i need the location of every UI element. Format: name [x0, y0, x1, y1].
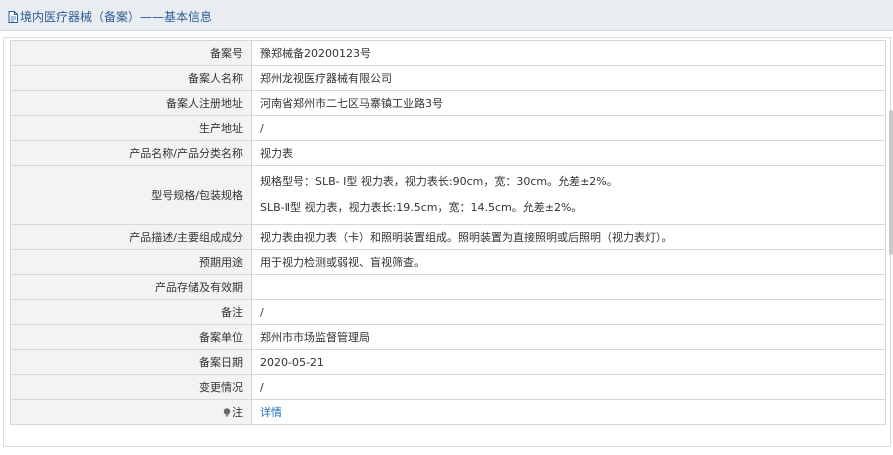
- scrollbar-thumb[interactable]: [889, 110, 893, 255]
- row-label: 备注: [10, 299, 252, 325]
- row-value-multiline: 规格型号：SLB- Ⅰ型 视力表，视力表长:90cm，宽：30cm。允差±2%。…: [251, 165, 886, 225]
- row-label: 备案单位: [10, 324, 252, 350]
- row-label: 产品描述/主要组成成分: [10, 224, 252, 250]
- table-row: 注 详情: [10, 399, 886, 425]
- table-row: 备案人注册地址 河南省郑州市二七区马寨镇工业路3号: [10, 90, 886, 116]
- lightbulb-icon: [223, 408, 231, 417]
- row-label: 型号规格/包装规格: [10, 165, 252, 225]
- row-label: 变更情况: [10, 374, 252, 400]
- row-value: 用于视力检测或弱视、盲视筛查。: [251, 249, 886, 275]
- row-label: 备案号: [10, 40, 252, 66]
- row-value: [251, 274, 886, 300]
- row-value: 豫郑械备20200123号: [251, 40, 886, 66]
- page-title: 境内医疗器械（备案）——基本信息: [8, 8, 212, 25]
- spec-line: 规格型号：SLB- Ⅰ型 视力表，视力表长:90cm，宽：30cm。允差±2%。: [260, 175, 618, 188]
- row-value: /: [251, 374, 886, 400]
- page-header: 境内医疗器械（备案）——基本信息: [0, 0, 893, 31]
- row-value: 详情: [251, 399, 886, 425]
- table-row: 备案人名称 郑州龙视医疗器械有限公司: [10, 65, 886, 91]
- row-value: 郑州市市场监督管理局: [251, 324, 886, 350]
- table-row: 产品名称/产品分类名称 视力表: [10, 140, 886, 166]
- row-value: 河南省郑州市二七区马寨镇工业路3号: [251, 90, 886, 116]
- row-value: 视力表由视力表（卡）和照明装置组成。照明装置为直接照明或后照明（视力表灯）。: [251, 224, 886, 250]
- table-row: 备案号 豫郑械备20200123号: [10, 40, 886, 66]
- row-label: 生产地址: [10, 115, 252, 141]
- table-row: 预期用途 用于视力检测或弱视、盲视筛查。: [10, 249, 886, 275]
- row-value: 视力表: [251, 140, 886, 166]
- info-table: 备案号 豫郑械备20200123号 备案人名称 郑州龙视医疗器械有限公司 备案人…: [10, 40, 886, 425]
- row-value: 2020-05-21: [251, 349, 886, 375]
- table-row: 生产地址 /: [10, 115, 886, 141]
- note-label-text: 注: [232, 406, 243, 419]
- table-row: 产品存储及有效期: [10, 274, 886, 300]
- table-row: 备案日期 2020-05-21: [10, 349, 886, 375]
- table-row: 变更情况 /: [10, 374, 886, 400]
- row-value: /: [251, 115, 886, 141]
- details-link[interactable]: 详情: [260, 406, 282, 419]
- table-row: 型号规格/包装规格 规格型号：SLB- Ⅰ型 视力表，视力表长:90cm，宽：3…: [10, 165, 886, 225]
- row-label: 备案日期: [10, 349, 252, 375]
- row-value: 郑州龙视医疗器械有限公司: [251, 65, 886, 91]
- row-label: 产品名称/产品分类名称: [10, 140, 252, 166]
- row-value: /: [251, 299, 886, 325]
- row-label: 预期用途: [10, 249, 252, 275]
- spec-line: SLB-Ⅱ型 视力表，视力表长:19.5cm，宽：14.5cm。允差±2%。: [260, 201, 583, 214]
- note-label: 注: [10, 399, 252, 425]
- page-title-text: 境内医疗器械（备案）——基本信息: [20, 10, 213, 24]
- document-icon: [8, 10, 18, 23]
- row-label: 备案人名称: [10, 65, 252, 91]
- row-label: 备案人注册地址: [10, 90, 252, 116]
- row-label: 产品存储及有效期: [10, 274, 252, 300]
- content-frame: 备案号 豫郑械备20200123号 备案人名称 郑州龙视医疗器械有限公司 备案人…: [3, 37, 891, 447]
- table-row: 产品描述/主要组成成分 视力表由视力表（卡）和照明装置组成。照明装置为直接照明或…: [10, 224, 886, 250]
- table-row: 备注 /: [10, 299, 886, 325]
- table-row: 备案单位 郑州市市场监督管理局: [10, 324, 886, 350]
